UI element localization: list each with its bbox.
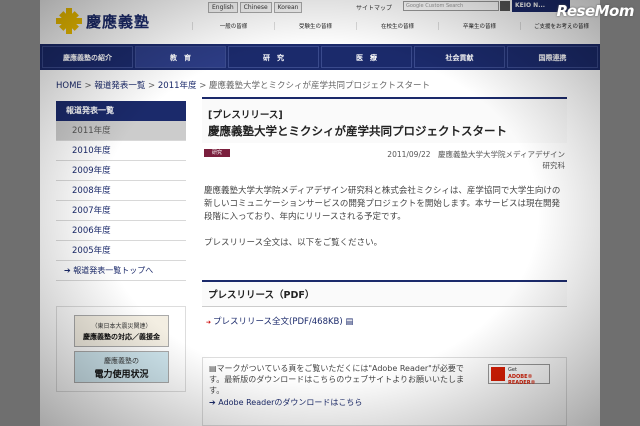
adobe-download-link[interactable]: ➔ Adobe Readerのダウンロードはこちら [209,397,479,408]
breadcrumb: HOME > 報道発表一覧 > 2011年度 > 慶應義塾大学とミクシィが産学共… [56,81,431,91]
nav-item-international[interactable]: 国際連携 [507,46,598,68]
search-input[interactable]: Google Custom Search [403,1,499,11]
article-title-box: [プレスリリース] 慶應義塾大学とミクシィが産学共同プロジェクトスタート [202,97,567,143]
lang-korean[interactable]: Korean [273,2,303,13]
article-tag: [プレスリリース] [208,110,283,121]
nav-item-research[interactable]: 研 究 [228,46,319,68]
pdf-icon: ▤ [342,317,354,327]
sidebar: 報道発表一覧 2011年度 2010年度 2009年度 2008年度 2007年… [56,101,186,281]
arrow-icon: ➔ [64,266,74,275]
sidebar-item-2006[interactable]: 2006年度 [56,221,186,241]
logo-text: 慶應義塾 [86,12,151,31]
lang-english[interactable]: English [208,2,238,13]
sidebar-item-2007[interactable]: 2007年度 [56,201,186,221]
keio-logo[interactable]: 慶應義塾 [56,8,150,34]
get-adobe-reader-badge[interactable]: Get ADOBE® READER® [488,364,550,386]
breadcrumb-current: 慶應義塾大学とミクシィが産学共同プロジェクトスタート [209,81,431,91]
sidebar-item-2011[interactable]: 2011年度 [56,121,186,141]
sidebar-banners: （東日本大震災関連） 慶應義塾の対応／義援金 慶應義塾の 電力使用状況 [56,306,186,392]
audience-link-general[interactable]: 一般の皆様 [192,22,274,30]
audience-link-applicants[interactable]: 受験生の皆様 [274,22,356,30]
breadcrumb-list[interactable]: 報道発表一覧 [94,81,145,91]
audience-link-students[interactable]: 在校生の皆様 [356,22,438,30]
article-meta: 研究 2011/09/22 慶應義塾大学大学院メディアデザイン研究科 [202,149,567,171]
breadcrumb-home[interactable]: HOME [56,81,82,91]
research-category-icon: 研究 [204,149,230,157]
breadcrumb-year[interactable]: 2011年度 [158,81,197,91]
site-header: 慶應義塾 English Chinese Korean サイトマップ Googl… [40,0,600,44]
audience-link-supporters[interactable]: ご支援をお考えの皆様 [520,22,600,30]
article-body: 慶應義塾大学大学院メディアデザイン研究科と株式会社ミクシィは、産学協同で大学生向… [204,186,561,222]
adobe-reader-notice: ▤マークがついている頁をご覧いただくには"Adobe Reader"が必要です。… [202,357,567,426]
audience-link-alumni[interactable]: 卒業生の皆様 [438,22,520,30]
sidebar-heading: 報道発表一覧 [56,101,186,121]
resemom-watermark: ReseMom [556,2,635,20]
pdf-section-heading: プレスリリース（PDF） [202,280,567,307]
sidebar-item-2008[interactable]: 2008年度 [56,181,186,201]
nav-item-social[interactable]: 社会貢献 [414,46,505,68]
arrow-icon: ➔ [206,319,213,326]
earthquake-banner[interactable]: （東日本大震災関連） 慶應義塾の対応／義援金 [74,315,169,347]
nav-item-about[interactable]: 慶應義塾の紹介 [42,46,133,68]
page-title: 慶應義塾大学とミクシィが産学共同プロジェクトスタート [208,124,507,138]
sidebar-top-link[interactable]: ➔ 報道発表一覧トップへ [56,261,186,281]
audience-links: 一般の皆様 受験生の皆様 在校生の皆様 卒業生の皆様 ご支援をお考えの皆様 [192,22,600,30]
language-links: English Chinese Korean [208,2,303,13]
sitemap-link[interactable]: サイトマップ [356,3,392,12]
sidebar-item-2009[interactable]: 2009年度 [56,161,186,181]
article-body-2: プレスリリース全文は、以下をご覧ください。 [204,238,383,248]
power-usage-banner[interactable]: 慶應義塾の 電力使用状況 [74,351,169,383]
arrow-icon: ➔ [209,398,219,407]
pdf-download-link[interactable]: ➔ プレスリリース全文(PDF/468KB) ▤ [202,315,567,327]
pen-logo-icon [56,8,82,34]
global-nav: 慶應義塾の紹介 教 育 研 究 医 療 社会貢献 国際連携 [40,44,600,70]
lang-chinese[interactable]: Chinese [239,2,272,13]
main-content: [プレスリリース] 慶應義塾大学とミクシィが産学共同プロジェクトスタート 研究 … [202,97,567,327]
adobe-logo-icon [491,367,505,381]
pdf-icon: ▤ [209,364,217,373]
sidebar-item-2005[interactable]: 2005年度 [56,241,186,261]
nav-item-medical[interactable]: 医 療 [321,46,412,68]
page: 慶應義塾 English Chinese Korean サイトマップ Googl… [40,0,600,426]
sidebar-item-2010[interactable]: 2010年度 [56,141,186,161]
nav-item-education[interactable]: 教 育 [135,46,226,68]
article-date: 2011/09/22 慶應義塾大学大学院メディアデザイン研究科 [387,150,565,170]
search-button[interactable] [500,1,510,11]
adobe-notice-text: ▤マークがついている頁をご覧いただくには"Adobe Reader"が必要です。… [209,364,465,395]
